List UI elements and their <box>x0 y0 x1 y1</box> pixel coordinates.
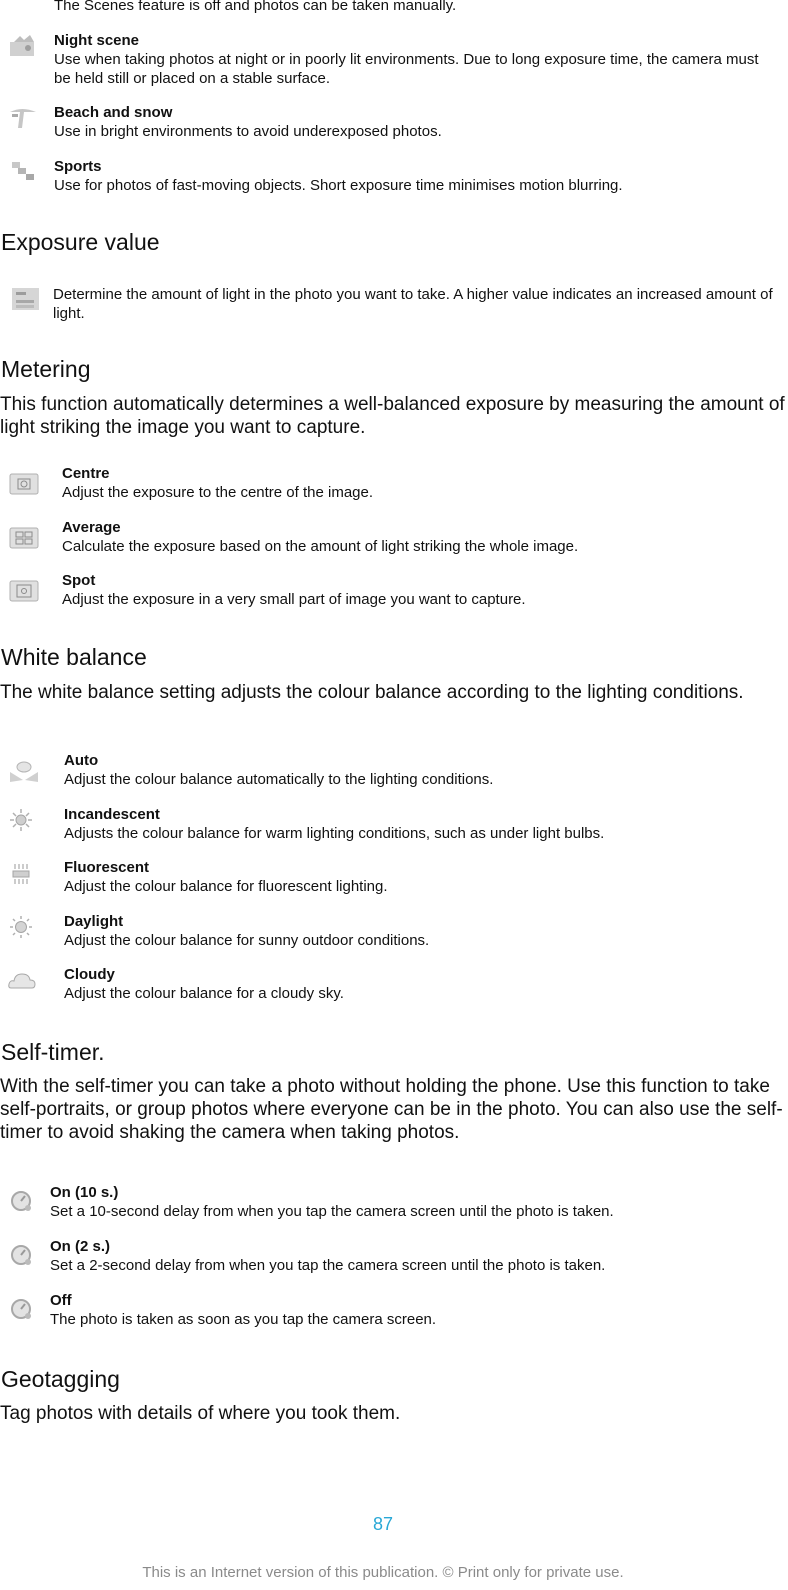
wb-incandescent-icon <box>10 809 32 831</box>
wb-auto-desc: Adjust the colour balance automatically … <box>64 771 494 788</box>
geotagging-intro: Tag photos with details of where you too… <box>0 1403 401 1424</box>
sports-title: Sports <box>54 158 102 175</box>
beach-snow-title: Beach and snow <box>54 104 173 121</box>
self-timer-icon <box>11 1299 31 1319</box>
wb-cloudy-icon <box>8 973 36 989</box>
wb-daylight-desc: Adjust the colour balance for sunny outd… <box>64 932 430 949</box>
metering-average-icon <box>9 527 39 549</box>
metering-centre-title: Centre <box>62 465 110 482</box>
metering-centre-icon <box>9 473 39 495</box>
self-timer-icon <box>11 1191 31 1211</box>
self-timer-intro: With the self-timer you can take a photo… <box>0 1076 783 1143</box>
metering-average-desc: Calculate the exposure based on the amou… <box>62 538 579 555</box>
white-balance-intro: The white balance setting adjusts the co… <box>0 682 744 703</box>
wb-auto-title: Auto <box>64 752 99 769</box>
metering-intro: This function automatically determines a… <box>0 394 785 438</box>
self-timer-icon <box>11 1245 31 1265</box>
metering-spot-title: Spot <box>62 572 96 589</box>
wb-daylight-title: Daylight <box>64 913 124 930</box>
self-timer-on10-title: On (10 s.) <box>50 1184 119 1201</box>
wb-fluorescent-title: Fluorescent <box>64 859 150 876</box>
exposure-desc: Determine the amount of light in the pho… <box>53 286 773 322</box>
geotagging-heading: Geotagging <box>1 1366 120 1392</box>
wb-fluorescent-desc: Adjust the colour balance for fluorescen… <box>64 878 388 895</box>
exposure-heading: Exposure value <box>1 229 160 255</box>
exposure-value-icon <box>12 288 39 310</box>
beach-snow-desc: Use in bright environments to avoid unde… <box>54 123 442 140</box>
wb-daylight-icon <box>10 916 32 938</box>
wb-fluorescent-icon <box>12 864 30 884</box>
wb-cloudy-desc: Adjust the colour balance for a cloudy s… <box>64 985 344 1002</box>
night-scene-desc: Use when taking photos at night or in po… <box>54 51 759 87</box>
white-balance-heading: White balance <box>1 644 147 670</box>
self-timer-on10-desc: Set a 10-second delay from when you tap … <box>50 1203 614 1220</box>
metering-spot-icon <box>9 580 39 602</box>
metering-spot-desc: Adjust the exposure in a very small part… <box>62 591 526 608</box>
wb-incandescent-title: Incandescent <box>64 806 160 823</box>
night-scene-title: Night scene <box>54 32 140 49</box>
self-timer-off-desc: The photo is taken as soon as you tap th… <box>50 1311 437 1328</box>
sports-icon <box>12 162 34 180</box>
metering-heading: Metering <box>1 356 91 382</box>
metering-average-title: Average <box>62 519 121 536</box>
self-timer-on2-desc: Set a 2-second delay from when you tap t… <box>50 1257 606 1274</box>
sports-desc: Use for photos of fast-moving objects. S… <box>54 177 623 194</box>
self-timer-heading: Self-timer. <box>1 1039 105 1065</box>
footer-notice: This is an Internet version of this publ… <box>142 1564 624 1581</box>
metering-centre-desc: Adjust the exposure to the centre of the… <box>62 484 374 501</box>
wb-auto-icon <box>10 761 38 782</box>
self-timer-on2-title: On (2 s.) <box>50 1238 111 1255</box>
wb-incandescent-desc: Adjusts the colour balance for warm ligh… <box>64 825 605 842</box>
wb-cloudy-title: Cloudy <box>64 966 115 983</box>
beach-snow-icon <box>10 109 36 128</box>
night-scene-icon <box>10 35 34 56</box>
page-number: 87 <box>372 1514 394 1534</box>
self-timer-off-title: Off <box>50 1292 72 1309</box>
scenes-intro-tail: The Scenes feature is off and photos can… <box>54 0 457 14</box>
